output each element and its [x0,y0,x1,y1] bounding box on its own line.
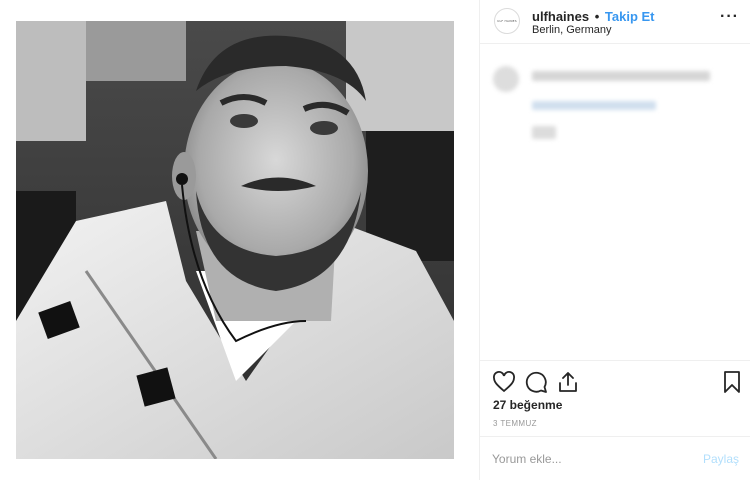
photo-pane [0,0,479,480]
separator-dot: • [594,9,600,24]
bookmark-icon[interactable] [720,370,744,394]
post-comment-button[interactable]: Paylaş [703,452,739,466]
user-line: ulfhaines • Takip Et [532,9,655,24]
more-options-icon[interactable]: ··· [720,9,739,25]
post-sidebar: ULF HAINES ulfhaines • Takip Et Berlin, … [479,0,750,480]
blurred-caption-line [532,101,656,110]
avatar-logo-text: ULF HAINES [497,19,517,23]
comment-input[interactable] [492,449,687,469]
comment-icon[interactable] [524,370,548,394]
comments-area [480,44,750,360]
follow-button[interactable]: Takip Et [605,9,655,24]
comment-box: Paylaş [480,436,750,480]
post-photo-image [16,21,454,459]
location-link[interactable]: Berlin, Germany [532,24,611,36]
blurred-caption-line [532,71,710,81]
post-header: ULF HAINES ulfhaines • Takip Et Berlin, … [480,0,750,44]
actions-bar: 27 beğenme 3 TEMMUZ [480,360,750,436]
heart-icon[interactable] [492,370,516,394]
username-link[interactable]: ulfhaines [532,9,589,24]
post-date: 3 TEMMUZ [493,419,537,428]
share-icon[interactable] [556,370,580,394]
blurred-avatar [493,66,519,92]
post-photo[interactable] [16,21,454,459]
likes-count[interactable]: 27 beğenme [493,398,562,412]
blurred-caption-line [532,126,556,139]
avatar[interactable]: ULF HAINES [494,8,520,34]
